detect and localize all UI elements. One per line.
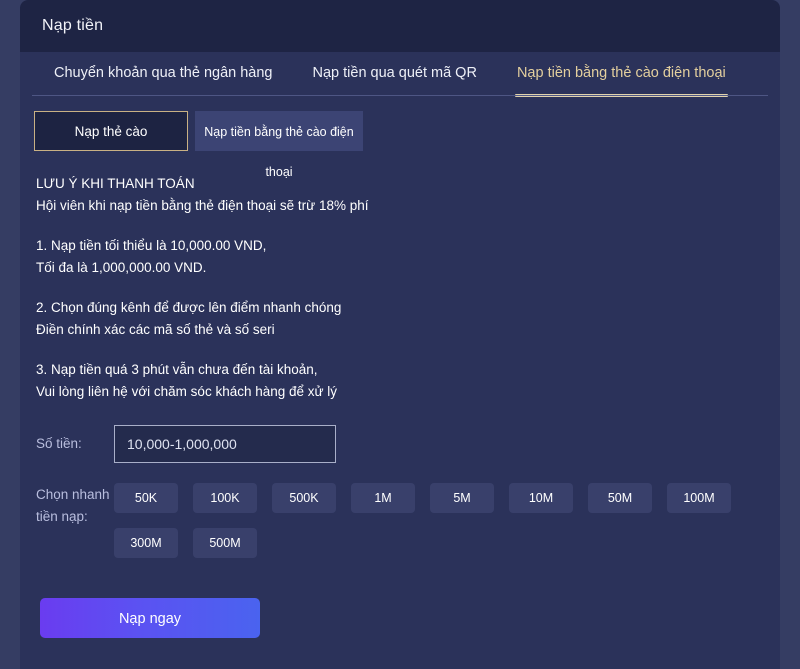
tab-bar: Chuyển khoản qua thẻ ngân hàng Nạp tiền … — [20, 52, 780, 97]
submit-row: Nạp ngay — [20, 558, 780, 638]
quick-amount-button[interactable]: 100M — [667, 483, 731, 513]
quick-amount-label: Chọn nhanh tiền nạp: — [36, 487, 110, 524]
notice-intro: LƯU Ý KHI THANH TOÁN Hội viên khi nạp ti… — [36, 173, 780, 217]
notice-item-2-line-2: Điền chính xác các mã số thẻ và số seri — [36, 322, 275, 337]
amount-row: Số tiền: — [20, 403, 780, 463]
notice-item-3-line-2: Vui lòng liên hệ với chăm sóc khách hàng… — [36, 384, 338, 399]
payment-notice: LƯU Ý KHI THANH TOÁN Hội viên khi nạp ti… — [20, 151, 780, 403]
tab-phone-card[interactable]: Nạp tiền bằng thẻ cào điện thoại — [497, 52, 746, 97]
quick-amount-button[interactable]: 500M — [193, 528, 257, 558]
notice-item-3-line-1: 3. Nạp tiền quá 3 phút vẫn chưa đến tài … — [36, 362, 318, 377]
method-button-group: Nạp thẻ cào Nạp tiền bằng thẻ cào điện t… — [20, 94, 780, 179]
notice-item-1-line-1: 1. Nạp tiền tối thiểu là 10,000.00 VND, — [36, 238, 267, 253]
quick-amount-row: Chọn nhanh tiền nạp: 50K 100K 500K 1M 5M… — [20, 463, 780, 558]
quick-amount-button[interactable]: 300M — [114, 528, 178, 558]
quick-amount-button[interactable]: 100K — [193, 483, 257, 513]
notice-item-2: 2. Chọn đúng kênh để được lên điểm nhanh… — [36, 297, 780, 341]
panel-header: Nạp tiền — [20, 0, 780, 52]
notice-item-3: 3. Nạp tiền quá 3 phút vẫn chưa đến tài … — [36, 359, 780, 403]
quick-amount-button[interactable]: 10M — [509, 483, 573, 513]
quick-amount-button[interactable]: 1M — [351, 483, 415, 513]
notice-item-1: 1. Nạp tiền tối thiểu là 10,000.00 VND, … — [36, 235, 780, 279]
notice-item-2-line-1: 2. Chọn đúng kênh để được lên điểm nhanh… — [36, 300, 342, 315]
tab-qr-code[interactable]: Nạp tiền qua quét mã QR — [293, 52, 497, 94]
notice-heading: LƯU Ý KHI THANH TOÁN — [36, 176, 195, 191]
quick-amount-button[interactable]: 5M — [430, 483, 494, 513]
recharge-page: Nạp tiền Chuyển khoản qua thẻ ngân hàng … — [0, 0, 800, 669]
page-title: Nạp tiền — [42, 17, 104, 34]
deposit-now-button[interactable]: Nạp ngay — [40, 598, 260, 638]
quick-amount-grid: 50K 100K 500K 1M 5M 10M 50M 100M 300M 50… — [114, 483, 756, 558]
quick-amount-button[interactable]: 500K — [272, 483, 336, 513]
notice-subheading: Hội viên khi nạp tiền bằng thẻ điện thoạ… — [36, 198, 369, 213]
quick-amount-button[interactable]: 50K — [114, 483, 178, 513]
tab-divider — [32, 95, 768, 96]
method-button-scratch-card[interactable]: Nạp thẻ cào — [34, 111, 188, 151]
quick-amount-button[interactable]: 50M — [588, 483, 652, 513]
recharge-panel: Nạp tiền Chuyển khoản qua thẻ ngân hàng … — [20, 0, 780, 669]
notice-item-1-line-2: Tối đa là 1,000,000.00 VND. — [36, 260, 207, 275]
amount-label: Số tiền: — [36, 436, 82, 451]
tab-bank-transfer[interactable]: Chuyển khoản qua thẻ ngân hàng — [34, 52, 293, 94]
amount-input[interactable] — [114, 425, 336, 463]
method-button-phone-card[interactable]: Nạp tiền bằng thẻ cào điện thoại — [195, 111, 363, 179]
